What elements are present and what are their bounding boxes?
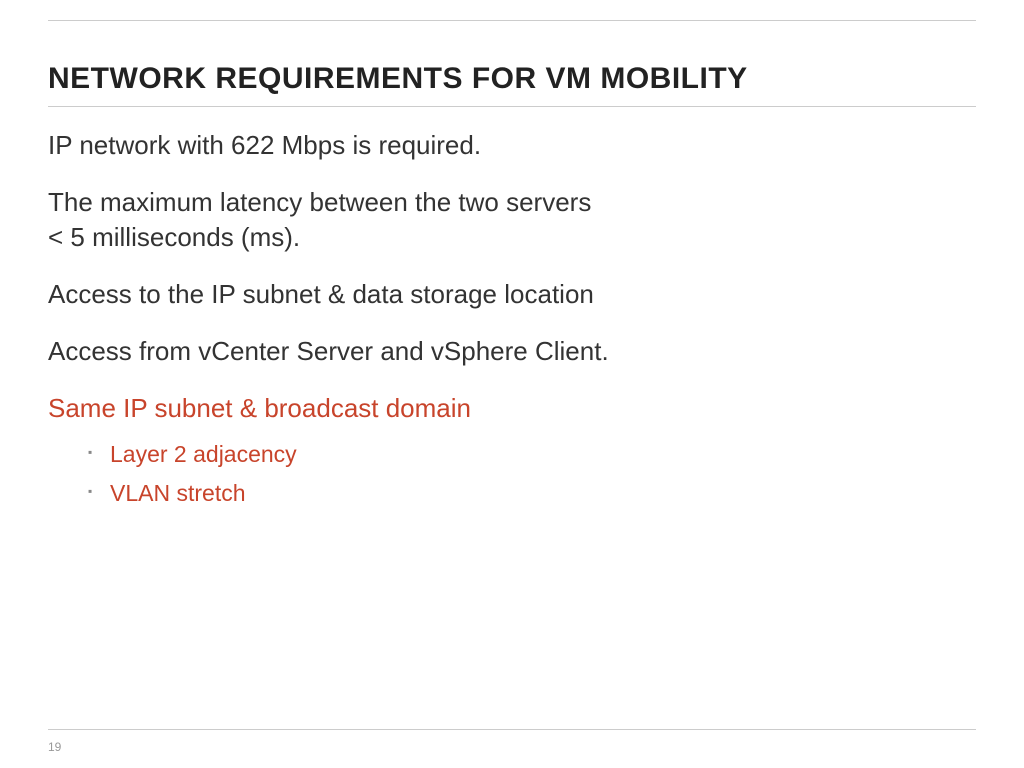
paragraph-same-subnet: Same IP subnet & broadcast domain [48, 391, 976, 426]
paragraph-latency-line1: The maximum latency between the two serv… [48, 187, 591, 217]
paragraph-bandwidth: IP network with 622 Mbps is required. [48, 128, 976, 163]
page-number: 19 [48, 740, 61, 754]
paragraph-latency-line2: < 5 milliseconds (ms). [48, 222, 300, 252]
slide-title: NETWORK REQUIREMENTS FOR VM MOBILITY [48, 62, 976, 107]
top-rule [48, 20, 976, 21]
slide-content: IP network with 622 Mbps is required. Th… [48, 128, 976, 513]
sublist-item-layer2: Layer 2 adjacency [88, 435, 976, 474]
bottom-rule [48, 729, 976, 730]
paragraph-subnet-storage: Access to the IP subnet & data storage l… [48, 277, 976, 312]
paragraph-vcenter: Access from vCenter Server and vSphere C… [48, 334, 976, 369]
paragraph-latency: The maximum latency between the two serv… [48, 185, 976, 255]
subnet-sublist: Layer 2 adjacency VLAN stretch [48, 435, 976, 513]
sublist-item-vlan: VLAN stretch [88, 474, 976, 513]
